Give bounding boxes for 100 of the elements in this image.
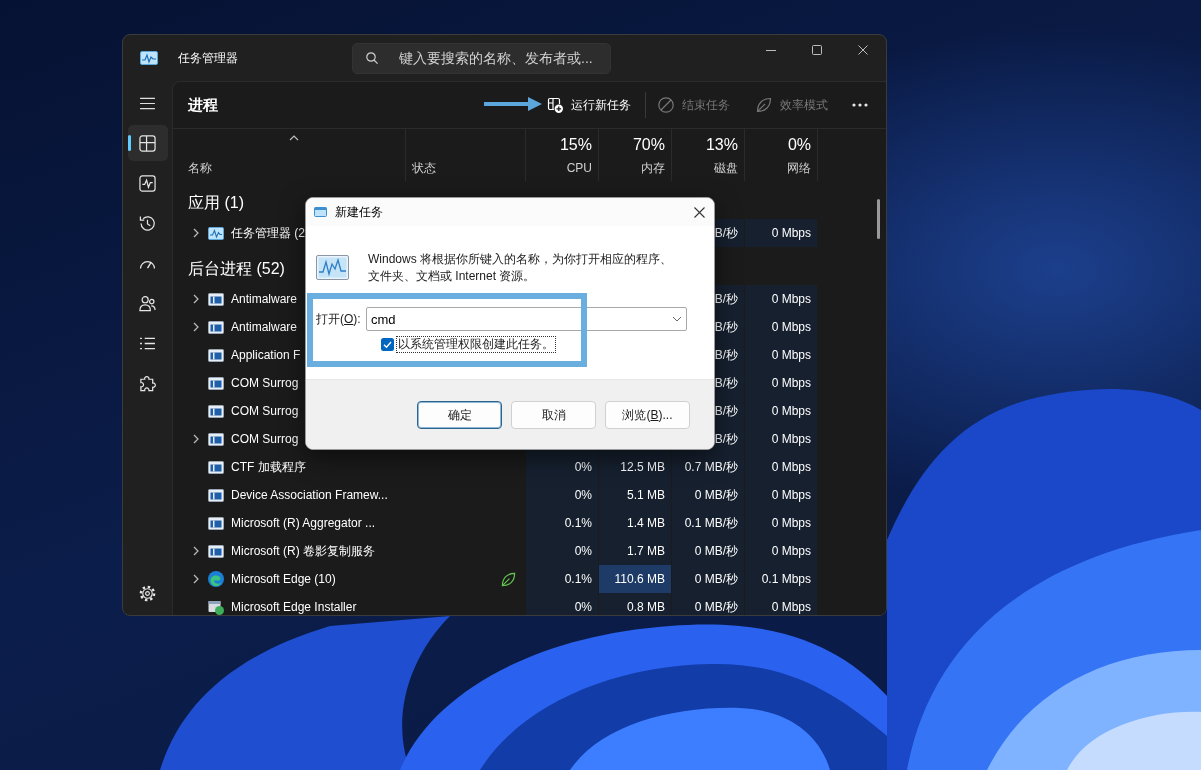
maximize-icon — [812, 45, 822, 55]
scrollbar-thumb[interactable] — [877, 199, 880, 239]
grid-icon — [139, 134, 156, 152]
dialog-title: 新建任务 — [335, 203, 383, 221]
usage-percent: 15% — [559, 135, 592, 155]
sort-caret-icon — [288, 135, 299, 141]
end-task-button: 结束任务 — [650, 89, 738, 121]
page-title: 进程 — [188, 95, 218, 115]
table-cell: 0.1 Mbps — [745, 565, 817, 593]
process-name: Application F — [231, 348, 301, 362]
prohibited-icon — [658, 97, 674, 113]
annotation-arrow — [484, 97, 542, 111]
settings-icon — [139, 584, 156, 602]
close-icon — [858, 45, 868, 55]
chevron-right-icon[interactable] — [193, 574, 199, 584]
nav-button[interactable] — [127, 125, 168, 161]
column-label: 磁盘 — [714, 161, 738, 175]
new-task-icon — [547, 97, 563, 113]
window-icon — [208, 348, 224, 362]
window-icon — [208, 516, 224, 530]
usage-percent: 13% — [705, 135, 738, 155]
window-icon — [314, 207, 327, 217]
puzzle-icon — [139, 374, 156, 392]
chevron-right-icon[interactable] — [193, 294, 199, 304]
checkbox[interactable] — [381, 338, 394, 351]
chevron-right-icon[interactable] — [193, 546, 199, 556]
window-icon — [208, 320, 224, 334]
window-icon — [208, 376, 224, 390]
process-name: COM Surrog — [231, 404, 299, 418]
minimize-icon — [766, 49, 776, 51]
table-cell: 0.7 MB/秒 — [672, 453, 744, 481]
column-header[interactable]: 70% 内存 — [599, 129, 672, 181]
search-field[interactable]: 键入要搜索的名称、发布者或... — [352, 42, 611, 74]
chevron-right-icon[interactable] — [193, 322, 199, 332]
chevron-down-icon[interactable] — [672, 316, 682, 322]
pulse-monitor-icon — [208, 226, 224, 240]
column-header[interactable]: 15% CPU — [526, 129, 599, 181]
table-cell: 0 Mbps — [745, 341, 817, 369]
table-cell: 0 Mbps — [745, 425, 817, 453]
ok-button[interactable]: 确定 — [417, 401, 502, 429]
window-icon — [208, 544, 224, 558]
close-icon — [693, 206, 705, 218]
column-label: CPU — [566, 161, 592, 175]
window-icon — [208, 292, 224, 306]
table-cell: 5.1 MB — [599, 481, 671, 509]
process-name: CTF 加载程序 — [231, 458, 306, 476]
table-cell: 0.8 MB — [599, 593, 671, 615]
column-header[interactable]: 13% 磁盘 — [672, 129, 745, 181]
table-cell: 0 MB/秒 — [672, 481, 744, 509]
process-name: Microsoft Edge Installer — [231, 600, 357, 614]
column-label: 名称 — [188, 161, 213, 175]
table-cell: 0% — [526, 593, 598, 615]
column-label: 网络 — [787, 161, 811, 175]
column-header[interactable]: 名称 — [173, 129, 406, 181]
open-label: 打开(O): — [316, 310, 362, 328]
table-cell: 0.1 MB/秒 — [672, 509, 744, 537]
process-name: Microsoft (R) 卷影复制服务 — [231, 542, 375, 560]
table-cell: 0% — [526, 537, 598, 565]
checkbox-label[interactable]: 以系统管理权限创建此任务。 — [396, 336, 556, 353]
pulse-monitor-icon — [140, 51, 158, 65]
table-cell: 0 Mbps — [745, 509, 817, 537]
users-icon — [139, 294, 156, 312]
table-cell: 1.7 MB — [599, 537, 671, 565]
table-cell: 0% — [526, 481, 598, 509]
pulse-monitor-icon — [316, 255, 349, 280]
list-icon — [139, 336, 156, 350]
column-label: 内存 — [641, 161, 665, 175]
process-name: Device Association Framew... — [231, 488, 388, 502]
group-heading: 后台进程 (52) — [188, 260, 285, 277]
table-cell: 0 MB/秒 — [672, 537, 744, 565]
column-header[interactable]: 状态 — [406, 129, 526, 181]
table-cell: 0 Mbps — [745, 313, 817, 341]
process-name: Microsoft (R) Aggregator ... — [231, 516, 376, 530]
process-name: Microsoft Edge (10) — [231, 572, 336, 586]
process-name: COM Surrog — [231, 432, 299, 446]
table-cell: 0 Mbps — [745, 397, 817, 425]
command-input-field[interactable]: cmd — [366, 307, 687, 331]
cancel-button[interactable]: 取消 — [511, 401, 596, 429]
process-name: 任务管理器 (2 — [231, 224, 305, 242]
usage-percent: 70% — [632, 135, 665, 155]
more-icon — [852, 103, 868, 107]
window-title: 任务管理器 — [178, 49, 238, 67]
process-name: COM Surrog — [231, 376, 299, 390]
history-icon — [139, 214, 156, 232]
process-name: Antimalware — [231, 320, 298, 334]
browse-button[interactable]: 浏览(B)... — [605, 401, 690, 429]
window-icon — [208, 404, 224, 418]
process-name: Antimalware — [231, 292, 298, 306]
column-header[interactable]: 0% 网络 — [745, 129, 818, 181]
table-cell: 12.5 MB — [599, 453, 671, 481]
group-heading: 应用 (1) — [188, 194, 244, 211]
table-cell: 0 Mbps — [745, 453, 817, 481]
package-icon — [208, 599, 224, 615]
window-icon — [208, 432, 224, 446]
chevron-right-icon[interactable] — [193, 434, 199, 444]
table-cell: 0 Mbps — [745, 593, 817, 615]
chevron-right-icon[interactable] — [193, 228, 199, 238]
run-new-task-button[interactable]: 运行新任务 — [539, 89, 639, 121]
pulse-chart-icon — [139, 174, 156, 192]
dialog-message: Windows 将根据你所键入的名称，为你打开相应的程序、文件夹、文档或 Internet 资源。 — [368, 251, 673, 285]
